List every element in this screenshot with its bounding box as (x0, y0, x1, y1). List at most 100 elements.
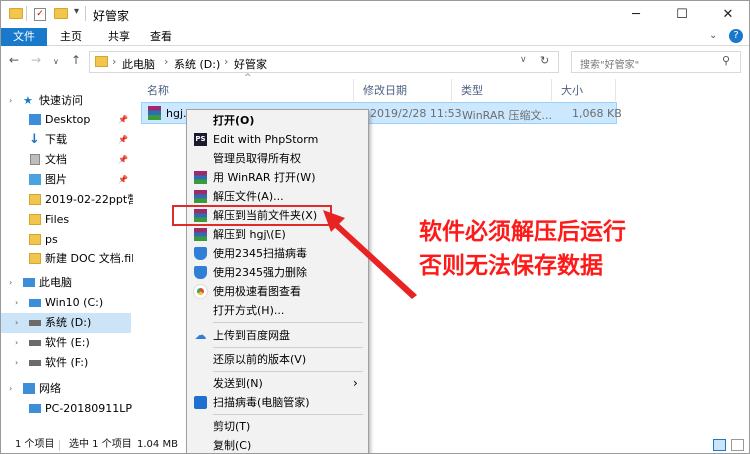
sidebar-item-network[interactable]: › 网络 (1, 379, 133, 399)
tab-home[interactable]: 主页 (53, 28, 89, 46)
computer-icon (29, 404, 41, 413)
chevron-right-icon[interactable]: › (112, 55, 116, 68)
guard-icon (194, 396, 207, 409)
column-header-name[interactable]: 名称 (147, 82, 169, 98)
breadcrumb-drive[interactable]: 系统 (D:) (174, 56, 220, 72)
menu-item-open-winrar[interactable]: 用 WinRAR 打开(W) (187, 168, 368, 187)
column-header-type[interactable]: 类型 (461, 82, 483, 98)
address-bar[interactable]: › 此电脑 › 系统 (D:) › 好管家 ∨ ↻ (89, 51, 559, 73)
column-header-size[interactable]: 大小 (561, 82, 583, 98)
winrar-icon (194, 228, 207, 241)
expand-ribbon-icon[interactable]: ⌄ (709, 30, 717, 41)
tab-file[interactable]: 文件 (1, 28, 47, 46)
pin-icon[interactable]: 📌 (118, 150, 128, 170)
menu-separator (213, 371, 363, 372)
sidebar-item-this-pc[interactable]: › 此电脑 (1, 273, 133, 293)
expand-icon[interactable]: › (15, 313, 18, 333)
status-bar: 1 个项目 选中 1 个项目 1.04 MB (1, 435, 749, 453)
quick-access-label: 快速访问 (39, 94, 83, 107)
sidebar-item-drive-selected[interactable]: › 系统 (D:) (1, 313, 131, 333)
menu-item-label: 使用2345强力删除 (213, 266, 307, 279)
expand-icon[interactable]: › (9, 379, 12, 399)
chevron-right-icon[interactable]: › (224, 55, 228, 68)
menu-item-open-with[interactable]: 打开方式(H)... (187, 301, 368, 320)
column-separator[interactable] (615, 79, 616, 101)
sidebar-item-documents[interactable]: 文档 📌 (1, 150, 133, 170)
tab-view[interactable]: 查看 (143, 28, 179, 46)
search-input[interactable]: 搜索"好管家" ⚲ (571, 51, 741, 73)
sidebar-item-label: PC-20180911LPRJ (45, 402, 133, 415)
folder-icon (29, 253, 41, 264)
sidebar-item-drive[interactable]: › 软件 (F:) (1, 353, 133, 373)
menu-item-extract-files[interactable]: 解压文件(A)... (187, 187, 368, 206)
large-icons-view-icon[interactable] (731, 439, 744, 451)
column-header-modified[interactable]: 修改日期 (363, 82, 407, 98)
properties-icon[interactable]: ✓ (34, 8, 46, 21)
column-separator[interactable] (551, 79, 552, 101)
details-view-icon[interactable] (713, 439, 726, 451)
menu-item-cut[interactable]: 剪切(T) (187, 417, 368, 436)
expand-icon[interactable]: › (15, 293, 18, 313)
sidebar-item-folder[interactable]: 新建 DOC 文档.file (1, 249, 133, 269)
window-title: 好管家 (93, 9, 130, 23)
recent-dropdown-icon[interactable]: ∨ (53, 57, 59, 66)
qat-dropdown-icon[interactable]: ▾ (74, 6, 79, 17)
sidebar-item-folder[interactable]: Files (1, 210, 133, 230)
menu-item-restore-versions[interactable]: 还原以前的版本(V) (187, 350, 368, 369)
menu-item-copy[interactable]: 复制(C) (187, 436, 368, 453)
drive-icon (29, 340, 41, 346)
column-separator[interactable] (353, 79, 354, 101)
pin-icon[interactable]: 📌 (118, 170, 128, 190)
network-icon (23, 383, 35, 394)
annotation-text: 软件必须解压后运行 否则无法保存数据 (419, 215, 679, 283)
pin-icon[interactable]: 📌 (118, 110, 128, 130)
menu-item-send-to[interactable]: 发送到(N) › (187, 374, 368, 393)
sidebar-item-drive[interactable]: › Win10 (C:) (1, 293, 133, 313)
expand-icon[interactable]: › (15, 333, 18, 353)
menu-item-take-ownership[interactable]: 管理员取得所有权 (187, 149, 368, 168)
refresh-icon[interactable]: ↻ (540, 54, 549, 67)
sidebar-item-folder[interactable]: ps (1, 230, 133, 250)
back-arrow-icon[interactable]: ← (9, 53, 19, 67)
menu-item-label: 使用2345扫描病毒 (213, 247, 307, 260)
menu-item-pc-manager-scan[interactable]: 扫描病毒(电脑管家) (187, 393, 368, 412)
sidebar-item-desktop[interactable]: Desktop 📌 (1, 110, 133, 130)
menu-item-edit-phpstorm[interactable]: PS Edit with PhpStorm (187, 130, 368, 149)
annotation-arrow (323, 210, 417, 299)
folder-icon (29, 234, 41, 245)
folder-icon (9, 8, 23, 19)
menu-item-label: 使用极速看图查看 (213, 285, 301, 298)
up-arrow-icon[interactable]: ↑ (71, 53, 81, 67)
maximize-button[interactable]: ☐ (659, 1, 705, 28)
address-dropdown-icon[interactable]: ∨ (520, 55, 527, 65)
sidebar-item-label: 文档 (45, 153, 67, 166)
quick-access[interactable]: › ★ 快速访问 (1, 91, 133, 111)
menu-item-baidu-upload[interactable]: ☁ 上传到百度网盘 (187, 326, 368, 345)
breadcrumb-this-pc[interactable]: 此电脑 (122, 56, 155, 72)
forward-arrow-icon[interactable]: → (31, 53, 41, 67)
close-button[interactable]: ✕ (705, 1, 749, 28)
sidebar-item-drive[interactable]: › 软件 (E:) (1, 333, 133, 353)
menu-separator (213, 414, 363, 415)
chevron-right-icon[interactable]: › (164, 55, 168, 68)
expand-icon[interactable]: › (9, 91, 12, 111)
column-separator[interactable] (451, 79, 452, 101)
tab-share[interactable]: 共享 (101, 28, 137, 46)
menu-item-open[interactable]: 打开(O) (187, 111, 368, 130)
file-type: WinRAR 压缩文... (462, 109, 553, 122)
item-count: 1 个项目 (15, 439, 55, 450)
breadcrumb-folder[interactable]: 好管家 (234, 56, 267, 72)
star-icon: ★ (23, 94, 33, 107)
sidebar-item-pc[interactable]: PC-20180911LPRJ (1, 399, 133, 419)
minimize-button[interactable]: ─ (613, 1, 659, 28)
sidebar-item-pictures[interactable]: 图片 📌 (1, 170, 133, 190)
expand-icon[interactable]: › (15, 353, 18, 373)
expand-icon[interactable]: › (9, 273, 12, 293)
winrar-icon (194, 171, 207, 184)
help-icon[interactable]: ? (729, 29, 743, 43)
sidebar-item-folder[interactable]: 2019-02-22ppt营销 (1, 190, 133, 210)
sidebar-item-downloads[interactable]: ↓ 下载 📌 (1, 130, 133, 150)
search-icon[interactable]: ⚲ (722, 54, 730, 67)
new-folder-icon[interactable] (54, 8, 68, 19)
pin-icon[interactable]: 📌 (118, 130, 128, 150)
